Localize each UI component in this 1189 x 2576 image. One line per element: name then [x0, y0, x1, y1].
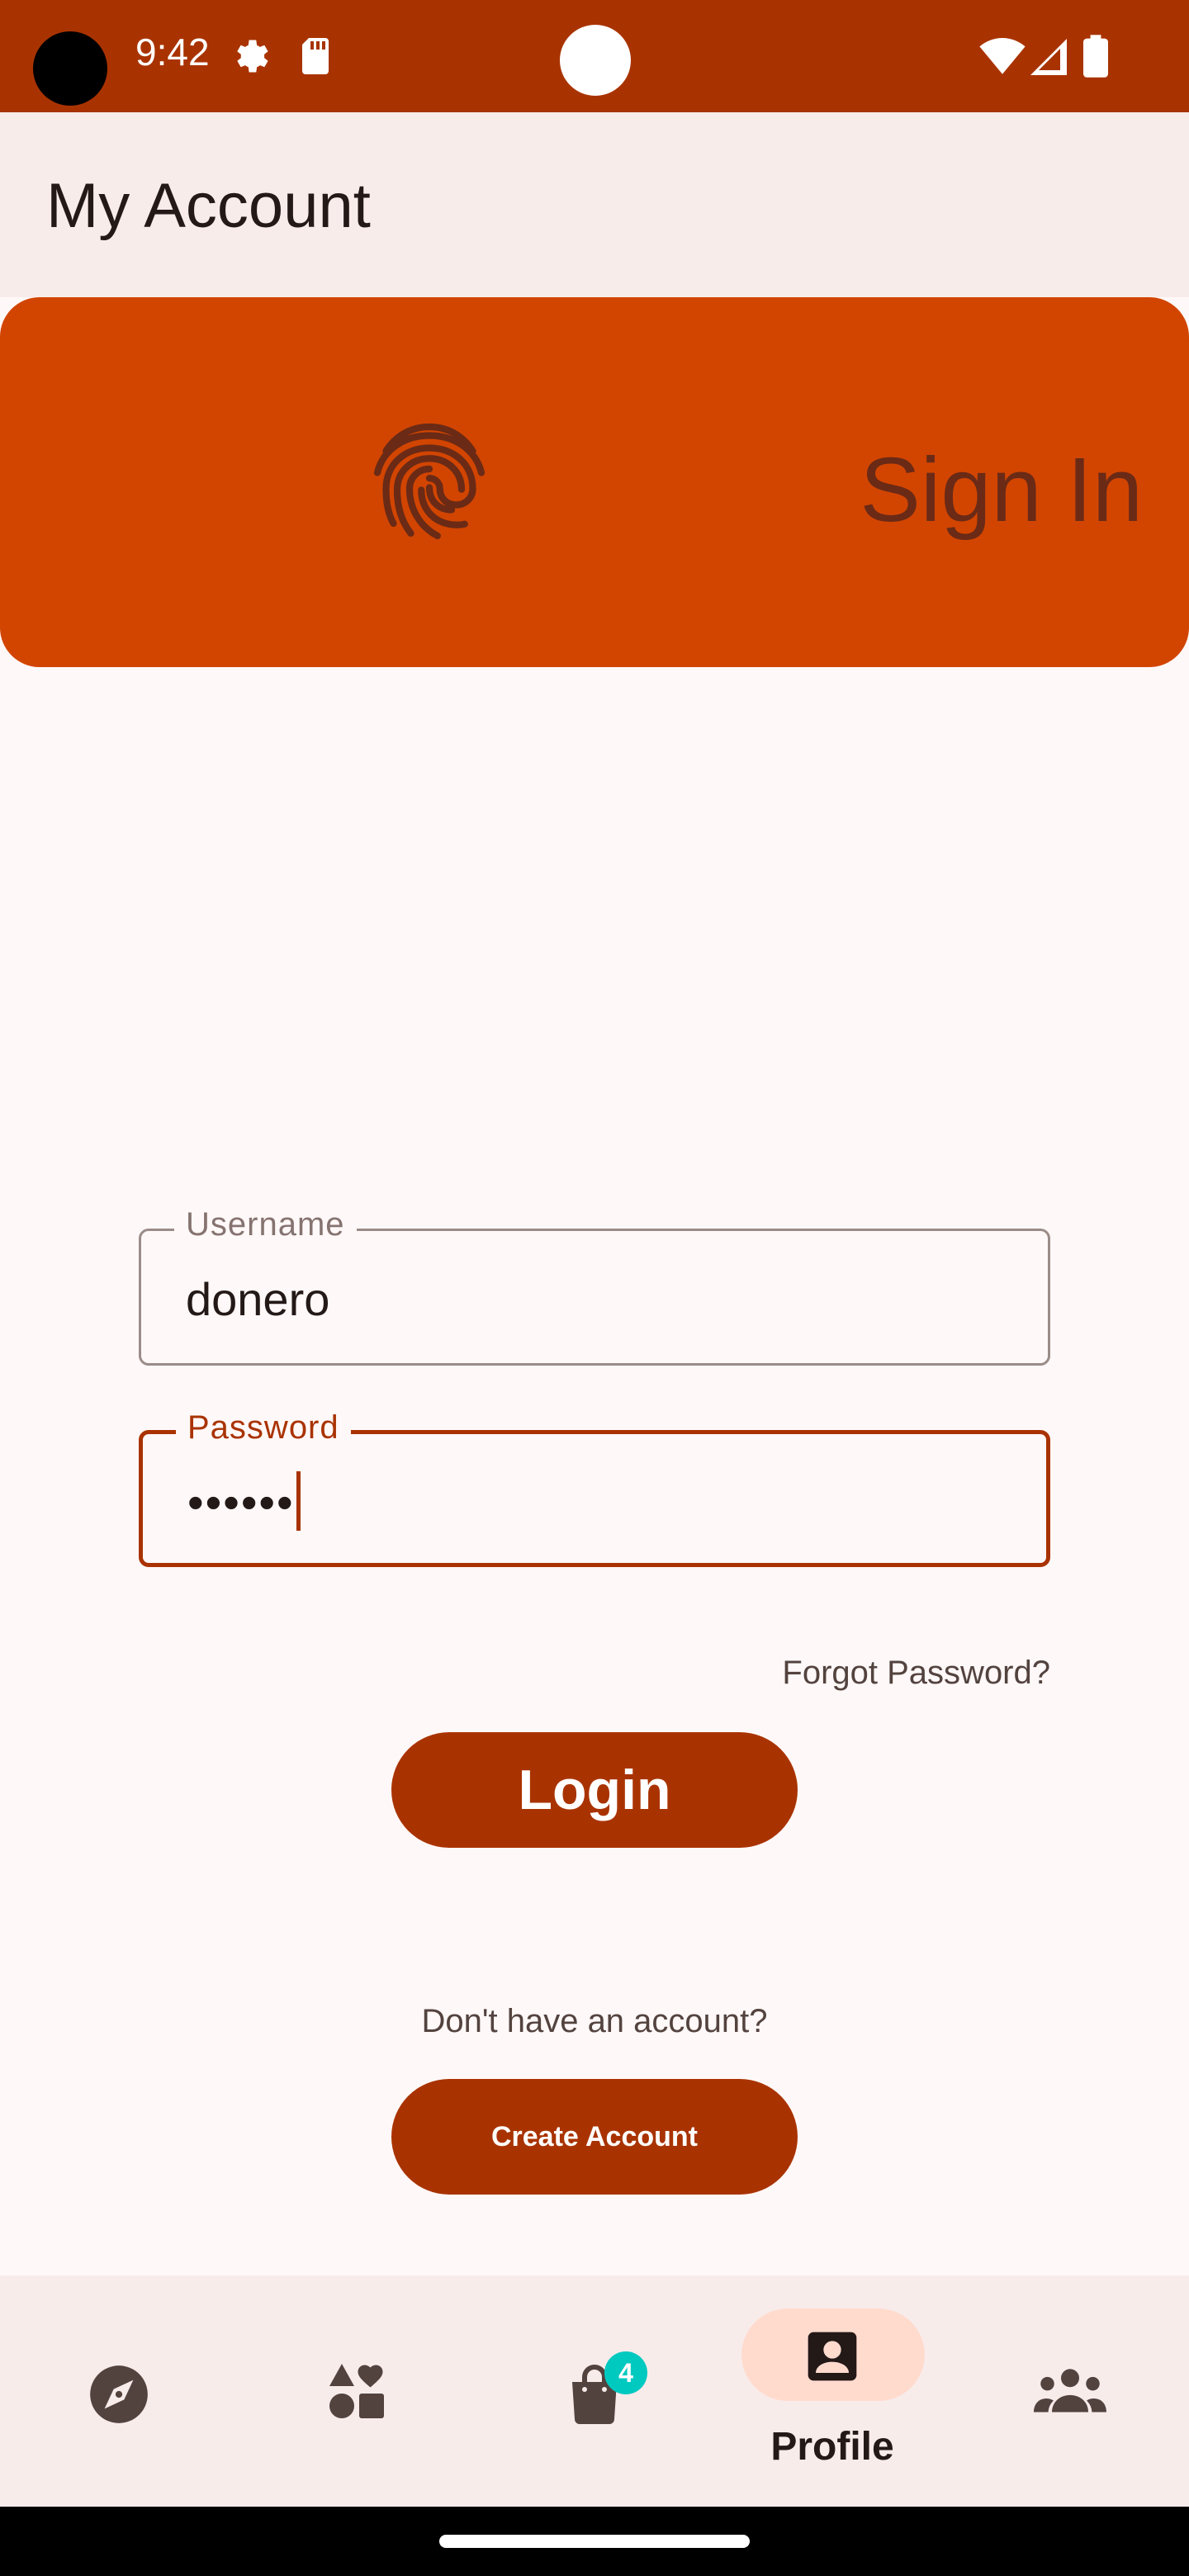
nav-item-cart[interactable]: 4	[476, 2275, 713, 2507]
username-value[interactable]: donero	[186, 1272, 329, 1326]
text-cursor	[296, 1471, 301, 1532]
cart-count-badge: 4	[604, 2351, 647, 2394]
password-value[interactable]: ••••••	[187, 1476, 295, 1528]
camera-cutout	[33, 31, 107, 106]
password-field[interactable]: Password ••••••	[139, 1409, 1050, 1567]
profile-icon	[808, 2332, 857, 2381]
page-title: My Account	[46, 171, 371, 241]
settings-gear-icon	[237, 40, 268, 73]
battery-icon	[1083, 35, 1108, 78]
nav-item-explore[interactable]	[0, 2275, 238, 2507]
status-time: 9:42	[135, 31, 210, 73]
password-label: Password	[176, 1409, 351, 1447]
sign-in-card[interactable]: Sign In	[0, 297, 1189, 667]
community-people-icon	[1034, 2369, 1106, 2413]
sd-card-icon	[302, 38, 329, 74]
cell-signal-icon	[1030, 39, 1067, 75]
no-account-text: Don't have an account?	[421, 2003, 768, 2039]
system-gesture-bar	[0, 2507, 1189, 2576]
username-field[interactable]: Username donero	[139, 1206, 1050, 1366]
nav-item-profile[interactable]: Profile	[713, 2275, 951, 2507]
sign-in-title: Sign In	[860, 439, 1143, 541]
forgot-password-link[interactable]: Forgot Password?	[782, 1655, 1050, 1692]
login-button[interactable]: Login	[391, 1732, 798, 1848]
home-gesture-handle[interactable]	[439, 2535, 750, 2548]
nav-item-community[interactable]	[951, 2275, 1189, 2507]
nav-item-categories[interactable]	[238, 2275, 476, 2507]
status-bar: 9:42	[0, 0, 1189, 112]
bottom-navigation: 4 Profile	[0, 2275, 1189, 2507]
create-account-button[interactable]: Create Account	[391, 2079, 798, 2195]
compass-explore-icon	[90, 2365, 148, 2423]
fingerprint-icon[interactable]	[355, 396, 504, 561]
top-app-bar: My Account	[0, 112, 1189, 297]
categories-shapes-icon	[329, 2364, 384, 2418]
front-sensor	[560, 25, 631, 96]
password-input-area[interactable]: ••••••	[187, 1471, 301, 1536]
wifi-icon	[979, 38, 1026, 74]
username-label: Username	[174, 1206, 357, 1243]
nav-label-profile: Profile	[770, 2425, 894, 2469]
